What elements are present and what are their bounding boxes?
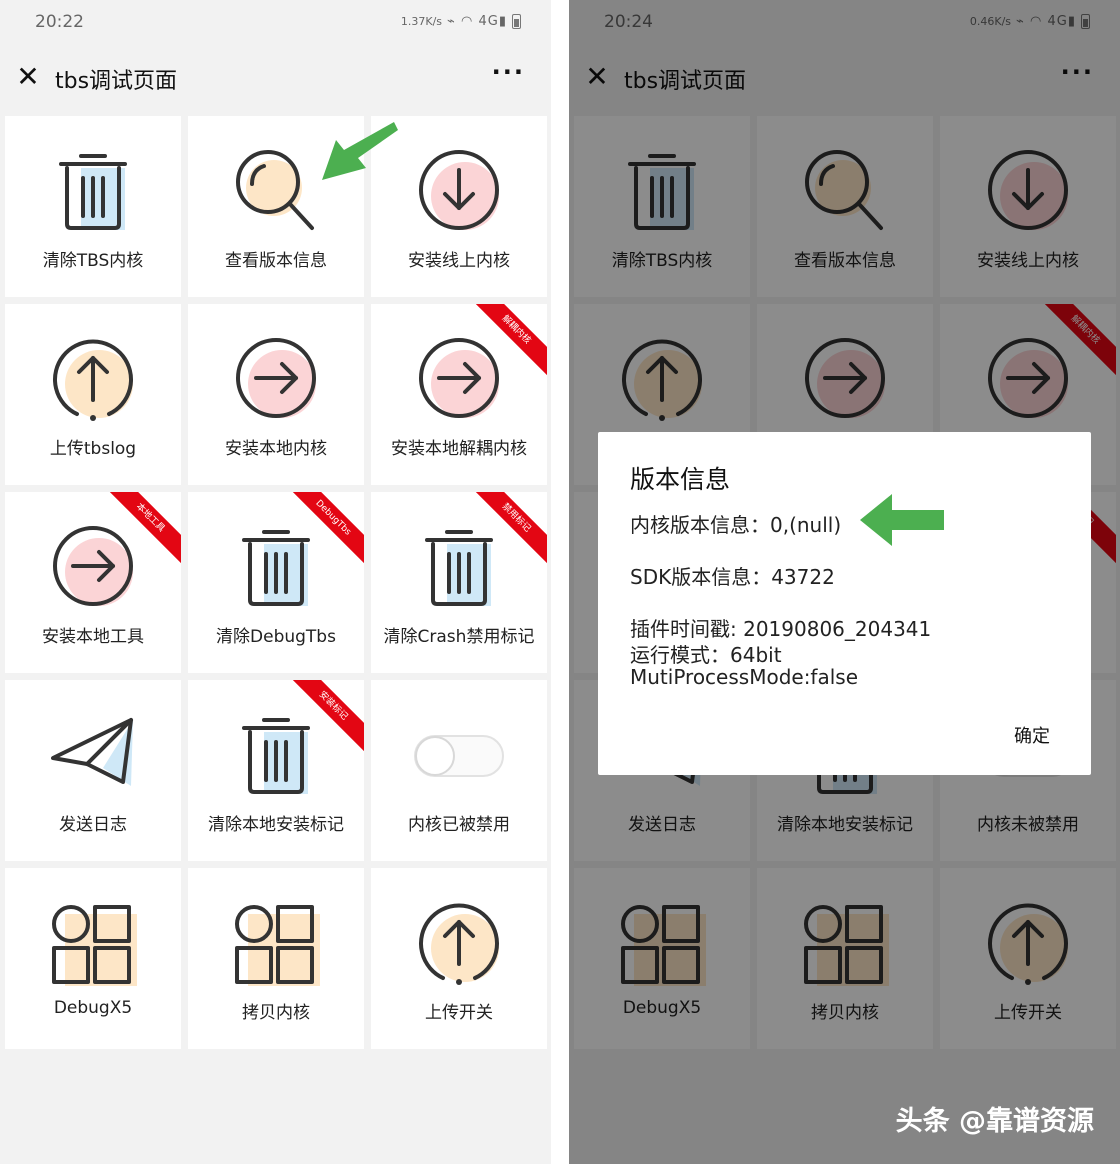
tile-label: 拷贝内核 <box>242 1003 310 1023</box>
tile-label: DebugX5 <box>53 998 133 1018</box>
tile-label: 上传tbslog <box>49 439 137 459</box>
multi-process-text: MutiProcessMode:false <box>630 665 859 689</box>
left-screen: 20:22 1.37K/s ⌁ ◠ 4G▮ ✕ tbs调试页面 ··· 清除TB… <box>0 0 551 1164</box>
trash-icon <box>230 522 322 614</box>
paper-plane-icon <box>47 710 139 802</box>
tile-label: 清除DebugTbs <box>216 627 336 647</box>
right-screen: 20:24 0.46K/s ⌁ ◠ 4G▮ ✕ tbs调试页面 ··· 清除TB… <box>569 0 1120 1164</box>
trash-icon <box>230 710 322 802</box>
grid-icon <box>47 898 139 990</box>
tool-tile-5[interactable]: 安装本地内核 <box>188 304 364 485</box>
green-arrow-icon <box>322 122 398 180</box>
tile-label: 安装线上内核 <box>408 251 510 271</box>
close-icon[interactable]: ✕ <box>14 63 42 92</box>
trash-icon <box>413 522 505 614</box>
tile-label: 上传开关 <box>425 1003 493 1023</box>
tile-label: 安装本地内核 <box>225 439 327 459</box>
tool-tile-12[interactable]: 内核已被禁用 <box>371 680 547 861</box>
tool-tile-10[interactable]: 发送日志 <box>5 680 181 861</box>
arrow-right-circle-icon <box>47 522 139 614</box>
tool-tile-11[interactable]: 清除本地安装标记 安装标记 <box>188 680 364 861</box>
tool-tile-15[interactable]: 上传开关 <box>371 868 547 1049</box>
arrow-down-circle-icon <box>413 146 505 238</box>
status-time: 20:22 <box>35 12 84 32</box>
sdk-version-text: SDK版本信息：43722 <box>630 565 835 589</box>
trash-icon <box>47 146 139 238</box>
tile-label: 安装本地工具 <box>42 627 144 647</box>
kernel-version-text: 内核版本信息：0,(null) <box>630 513 842 537</box>
tool-tile-7[interactable]: 安装本地工具 本地工具 <box>5 492 181 673</box>
arrow-up-circle-icon <box>47 334 139 426</box>
tile-label: 清除Crash禁用标记 <box>383 627 535 647</box>
run-mode-text: 运行模式：64bit <box>630 643 782 667</box>
tile-label: 清除TBS内核 <box>42 251 144 271</box>
ok-button[interactable]: 确定 <box>1014 722 1050 748</box>
version-info-dialog: 版本信息 内核版本信息：0,(null) SDK版本信息：43722 插件时间戳… <box>598 432 1091 775</box>
arrow-right-circle-icon <box>230 334 322 426</box>
toggle-icon <box>413 710 505 802</box>
title-bar: ✕ tbs调试页面 ··· <box>0 44 551 110</box>
search-icon <box>230 146 322 238</box>
plugin-time-text: 插件时间戳: 20190806_204341 <box>630 617 932 641</box>
status-bar: 20:22 1.37K/s ⌁ ◠ 4G▮ <box>0 0 551 44</box>
tool-tile-9[interactable]: 清除Crash禁用标记 禁用标记 <box>371 492 547 673</box>
tool-tile-4[interactable]: 上传tbslog <box>5 304 181 485</box>
signal-icon: ⌁ ◠ 4G▮ <box>447 14 507 29</box>
dialog-title: 版本信息 <box>630 465 731 494</box>
tile-label: 查看版本信息 <box>225 251 327 271</box>
page-title: tbs调试页面 <box>55 69 178 94</box>
tool-tile-6[interactable]: 安装本地解耦内核 解耦内核 <box>371 304 547 485</box>
tile-label: 安装本地解耦内核 <box>391 439 527 459</box>
battery-icon <box>512 14 521 29</box>
arrow-right-circle-icon <box>413 334 505 426</box>
grid-icon <box>230 898 322 990</box>
tool-tile-1[interactable]: 清除TBS内核 <box>5 116 181 297</box>
tile-label: 清除本地安装标记 <box>208 815 344 835</box>
green-arrow-icon <box>860 494 944 546</box>
tool-tile-13[interactable]: DebugX5 <box>5 868 181 1049</box>
watermark: 头条 @靠谱资源 <box>895 1106 1094 1137</box>
tool-tile-14[interactable]: 拷贝内核 <box>188 868 364 1049</box>
network-speed: 1.37K/s <box>400 15 443 28</box>
tool-tile-8[interactable]: 清除DebugTbs DebugTbs <box>188 492 364 673</box>
arrow-up-circle-icon <box>413 898 505 990</box>
tile-label: 发送日志 <box>59 815 127 835</box>
more-menu-button[interactable]: ··· <box>492 58 525 86</box>
tile-label: 内核已被禁用 <box>408 815 510 835</box>
tool-grid: 清除TBS内核 查看版本信息 安装线上内核 上传tbslog 安装本地内核 安装… <box>5 116 547 1049</box>
